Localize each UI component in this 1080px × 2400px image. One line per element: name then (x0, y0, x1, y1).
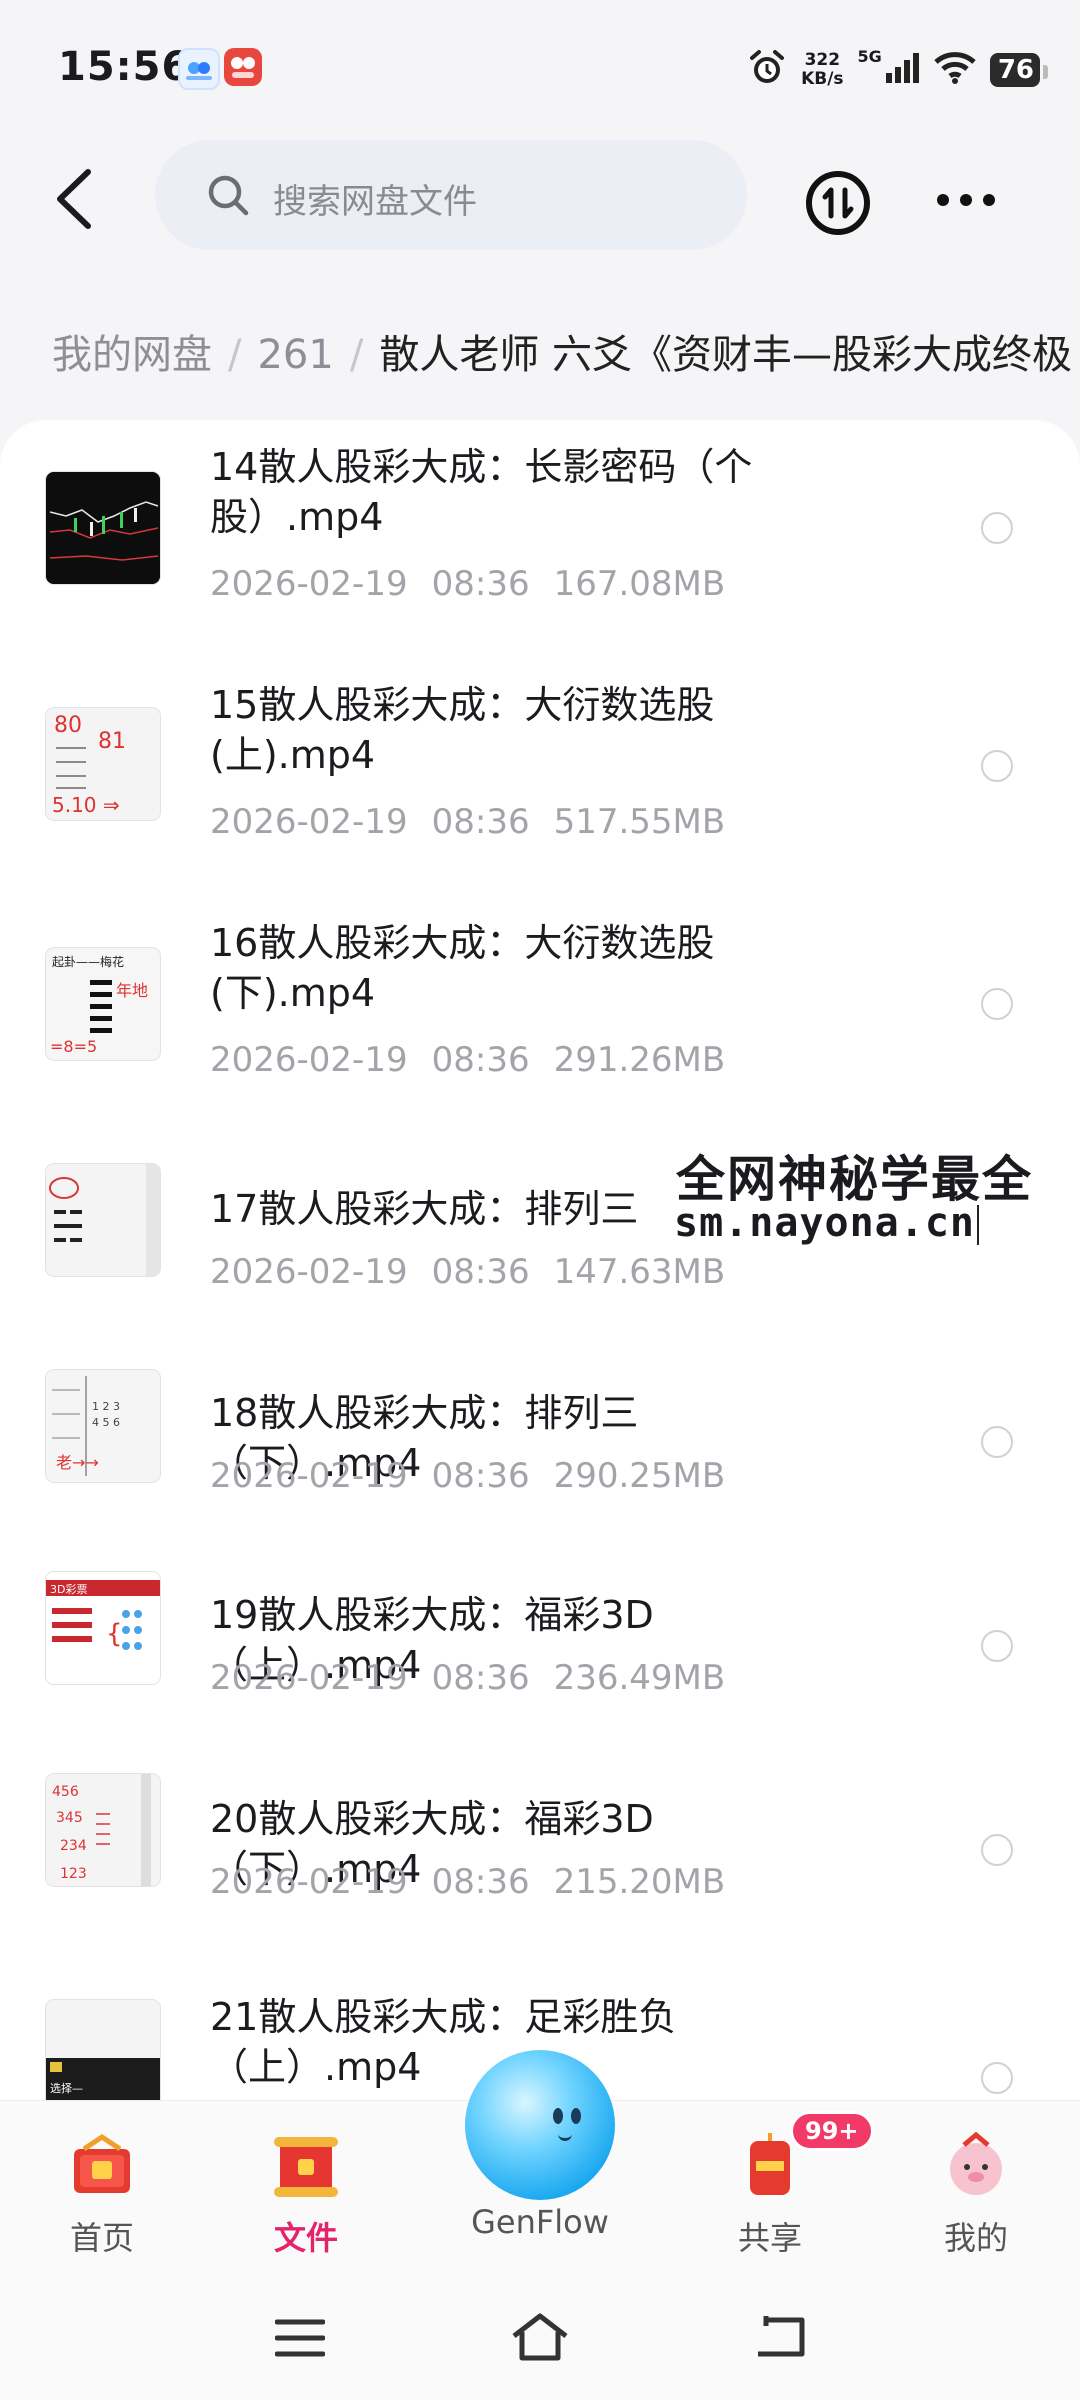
select-checkbox[interactable] (981, 988, 1013, 1020)
select-checkbox[interactable] (981, 512, 1013, 544)
sort-icon (806, 171, 870, 235)
svg-text:{: { (106, 1619, 123, 1649)
select-checkbox[interactable] (981, 1426, 1013, 1458)
svg-text:456: 456 (52, 1784, 79, 1800)
svg-text:4 5 6: 4 5 6 (92, 1416, 120, 1429)
video-thumbnail (46, 1164, 160, 1276)
home-icon[interactable] (510, 2312, 570, 2362)
mine-avatar-icon (950, 2131, 1002, 2195)
mascot-eye (571, 2108, 581, 2124)
genflow-button[interactable] (465, 2050, 615, 2200)
back-nav-icon[interactable] (752, 2314, 806, 2360)
svg-text:3D彩票: 3D彩票 (50, 1583, 87, 1596)
genflow-label[interactable]: GenFlow (440, 2203, 640, 2241)
tab-home[interactable]: 首页 (32, 2131, 172, 2259)
files-scroll-icon (274, 2137, 338, 2197)
svg-text:81: 81 (98, 729, 126, 754)
watermark-banner: 全网神秘学最全 sm.nayona.cn (668, 1138, 1080, 1250)
svg-text:345: 345 (56, 1810, 83, 1826)
red-app-icon (224, 48, 262, 86)
network-speed: 322 KB/s (801, 50, 844, 89)
svg-text:年地: 年地 (116, 981, 148, 1000)
top-bar: 搜索网盘文件 (0, 140, 1080, 260)
list-item[interactable]: 起卦——梅花年地 =8=5 16散人股彩大成：大衍数选股(下).mp4 2026-… (0, 898, 1080, 1136)
svg-text:选择—: 选择— (50, 2081, 83, 2095)
file-meta: 2026-02-19 08:36 167.08MB (210, 564, 726, 604)
file-meta: 2026-02-19 08:36 517.55MB (210, 802, 726, 842)
mascot-eye (553, 2108, 563, 2124)
file-meta: 2026-02-19 08:36 236.49MB (210, 1658, 726, 1698)
tab-files[interactable]: 文件 (236, 2131, 376, 2259)
svg-text:234: 234 (60, 1838, 87, 1854)
video-thumbnail: 3D彩票 { (46, 1572, 160, 1684)
file-list: 14散人股彩大成：长影密码（个股）.mp4 2026-02-19 08:36 167… (0, 420, 1080, 2100)
search-icon (208, 175, 249, 216)
breadcrumb-item-current: 散人老师 六爻《资财丰—股彩大成终极 (379, 332, 1073, 378)
svg-text:80: 80 (54, 713, 82, 738)
chevron-left-icon (57, 169, 91, 229)
search-placeholder: 搜索网盘文件 (273, 182, 477, 222)
select-checkbox[interactable] (981, 750, 1013, 782)
back-button[interactable] (48, 164, 108, 234)
svg-text:老→→: 老→→ (56, 1453, 99, 1472)
file-meta: 2026-02-19 08:36 291.26MB (210, 1040, 726, 1080)
svg-text:起卦——梅花: 起卦——梅花 (52, 954, 124, 969)
tab-mine[interactable]: 我的 (906, 2131, 1046, 2259)
breadcrumb: 我的网盘/261/散人老师 六爻《资财丰—股彩大成终极 (52, 332, 1073, 378)
svg-text:=8=5: =8=5 (50, 1037, 97, 1056)
list-item[interactable]: 3D彩票{ 19散人股彩大成：福彩3D（上）.mp4 2026-02-19 08:… (0, 1544, 1080, 1748)
tab-share-label: 共享 (737, 2219, 802, 2257)
wifi-icon (934, 52, 976, 88)
svg-text:5.10 ⇒: 5.10 ⇒ (52, 793, 120, 817)
alarm-icon (747, 48, 787, 92)
list-item[interactable]: 14散人股彩大成：长影密码（个股）.mp4 2026-02-19 08:36 167… (0, 420, 1080, 660)
more-dots-icon (937, 194, 995, 206)
svg-text:1 2 3: 1 2 3 (92, 1400, 120, 1413)
battery-indicator: 76 (989, 53, 1049, 87)
mascot-mouth (558, 2132, 572, 2141)
watermark-url: sm.nayona.cn (674, 1200, 979, 1246)
file-name: 14散人股彩大成：长影密码（个股）.mp4 (210, 445, 753, 539)
genflow-app-icon (178, 48, 220, 90)
share-count-badge: 99+ (790, 2111, 874, 2151)
list-item[interactable]: 80 81 5.10 ⇒ 15散人股彩大成：大衍数选股(上).mp4 2026-02… (0, 660, 1080, 898)
network-type: 5G (857, 46, 882, 66)
sort-button[interactable] (805, 170, 871, 236)
video-thumbnail: 起卦——梅花年地 =8=5 (46, 948, 160, 1060)
tab-mine-label: 我的 (943, 2219, 1008, 2257)
file-meta: 2026-02-19 08:36 215.20MB (210, 1862, 726, 1902)
file-meta: 2026-02-19 08:36 147.63MB (210, 1252, 726, 1292)
list-item[interactable]: 456 345 234 123 20散人股彩大成：福彩3D（下）.mp4 2026-0… (0, 1748, 1080, 1952)
search-input[interactable]: 搜索网盘文件 (155, 140, 747, 250)
file-meta: 2026-02-19 08:36 290.25MB (210, 1456, 726, 1496)
more-button[interactable] (935, 190, 997, 210)
video-thumbnail: 选择— (46, 2000, 160, 2100)
breadcrumb-item-root[interactable]: 我的网盘 (52, 332, 212, 378)
video-thumbnail: 456 345 234 123 (46, 1774, 160, 1886)
clock: 15:56 (58, 44, 191, 90)
status-bar: 15:56 322 KB/s 5G 76 (0, 0, 1080, 140)
breadcrumb-item-folder[interactable]: 261 (257, 332, 333, 378)
list-item[interactable]: 1 2 34 5 6 老→→ 18散人股彩大成：排列三（下）.mp4 2026-0… (0, 1340, 1080, 1544)
tab-home-label: 首页 (69, 2219, 134, 2257)
system-nav-bar (0, 2270, 1080, 2400)
home-gift-icon (74, 2133, 130, 2193)
tab-files-label: 文件 (273, 2219, 338, 2257)
signal-icon (885, 53, 920, 87)
select-checkbox[interactable] (981, 1630, 1013, 1662)
select-checkbox[interactable] (981, 2062, 1013, 2094)
file-name: 15散人股彩大成：大衍数选股(上).mp4 (210, 683, 715, 777)
select-checkbox[interactable] (981, 1834, 1013, 1866)
menu-icon[interactable] (275, 2318, 325, 2358)
video-thumbnail: 1 2 3 4 5 6 老→→ (46, 1370, 160, 1482)
file-name: 16散人股彩大成：大衍数选股(下).mp4 (210, 921, 715, 1015)
video-thumbnail: 80 81 5.10 ⇒ (46, 708, 160, 820)
video-thumbnail (46, 472, 160, 584)
svg-text:123: 123 (60, 1866, 87, 1882)
